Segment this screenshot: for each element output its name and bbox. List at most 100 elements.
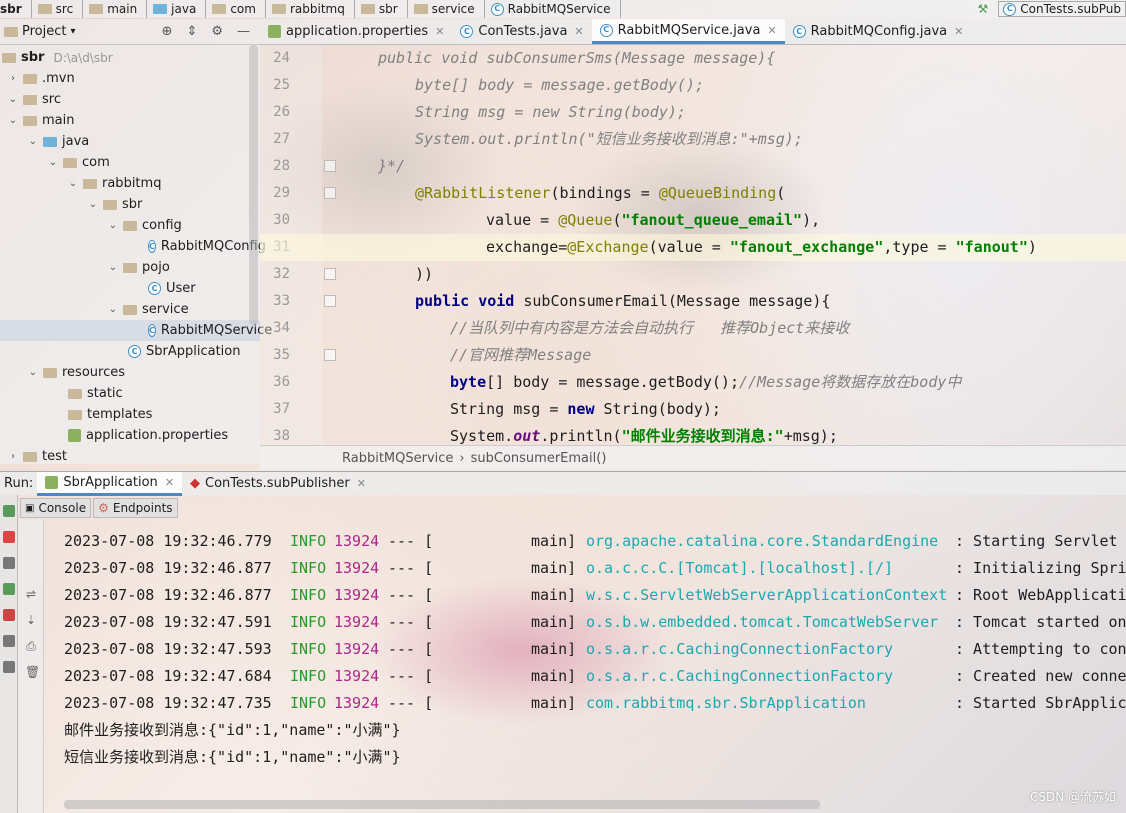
close-icon[interactable]: ✕: [165, 476, 174, 489]
nav-crumb-rabbitmq[interactable]: rabbitmq: [266, 0, 355, 18]
stop-icon[interactable]: [3, 531, 15, 543]
code-text: String msg =: [450, 400, 568, 418]
console-output[interactable]: 2023-07-08 19:32:46.779 INFO 13924 --- [mai…: [64, 528, 1126, 808]
nav-crumb-sbr-pkg[interactable]: sbr: [355, 0, 408, 18]
tree-item-rabbitmq[interactable]: ⌄ rabbitmq: [0, 173, 260, 194]
tree-item-src[interactable]: ⌄ src: [0, 89, 260, 110]
close-icon[interactable]: ✕: [767, 24, 776, 37]
fold-marker-icon[interactable]: [324, 349, 336, 361]
soft-wrap-icon[interactable]: ⇌: [25, 588, 37, 600]
scroll-to-end-icon[interactable]: ⇣: [25, 614, 37, 626]
close-icon[interactable]: ✕: [435, 25, 444, 38]
console-output-line: 短信业务接收到消息:{"id":1,"name":"小满"}: [64, 748, 401, 766]
breadcrumb-method[interactable]: subConsumerEmail(): [471, 451, 607, 466]
tab-rabbitmqconfig[interactable]: C RabbitMQConfig.java ✕: [785, 19, 972, 44]
line-number: 29: [273, 185, 290, 201]
camera-icon[interactable]: [3, 557, 15, 569]
tree-item-com[interactable]: ⌄ com: [0, 152, 260, 173]
nav-crumb-class[interactable]: C RabbitMQService: [485, 0, 621, 18]
project-panel: Project ▾ ⊕ ⇕ ⚙ — sbr D:\a\d\sbr › .mvn ⌄ s…: [0, 19, 272, 467]
tree-item-pojo[interactable]: ⌄ pojo: [0, 257, 260, 278]
tree-item-mvn[interactable]: › .mvn: [0, 68, 260, 89]
tree-item-main[interactable]: ⌄ main: [0, 110, 260, 131]
tab-console[interactable]: ▣ Console: [20, 498, 92, 518]
spring-class-icon: C: [128, 345, 141, 358]
log-pid: 13924: [334, 559, 380, 577]
tree-item-user[interactable]: C User: [0, 278, 260, 299]
nav-crumb-service[interactable]: service: [408, 0, 485, 18]
close-icon[interactable]: ✕: [954, 25, 963, 38]
tree-item-resources[interactable]: ⌄ resources: [0, 362, 260, 383]
rerun-icon[interactable]: [3, 505, 15, 517]
gear-icon[interactable]: ⚙: [211, 24, 223, 39]
tree-item-rabbitmqservice[interactable]: C RabbitMQService: [0, 320, 272, 341]
tree-item-application-properties[interactable]: application.properties: [0, 425, 260, 446]
trash-icon[interactable]: 🗑: [25, 666, 40, 678]
chevron-down-icon[interactable]: ⌄: [108, 262, 118, 273]
console-horizontal-scrollbar[interactable]: [64, 800, 820, 809]
layout-icon[interactable]: [3, 635, 15, 647]
chevron-down-icon[interactable]: ⌄: [108, 304, 118, 315]
fold-marker-icon[interactable]: [324, 268, 336, 280]
nav-crumb-java[interactable]: java: [147, 0, 207, 18]
nav-crumb-com[interactable]: com: [206, 0, 266, 18]
build-hammer-icon[interactable]: ⚒: [977, 2, 988, 16]
project-title[interactable]: Project: [22, 24, 66, 39]
chevron-down-icon[interactable]: ⌄: [8, 115, 18, 126]
code-editor[interactable]: 24 25 26 27 28 29 30 31 32 33 34 35 36 3…: [260, 45, 1126, 445]
collapse-all-icon[interactable]: ⇕: [186, 24, 197, 39]
hide-minus-icon[interactable]: —: [237, 24, 250, 39]
tab-contests[interactable]: C ConTests.java ✕: [452, 19, 591, 44]
project-scrollbar[interactable]: [249, 45, 258, 325]
chevron-down-icon[interactable]: ⌄: [88, 199, 98, 210]
chevron-down-icon[interactable]: ⌄: [28, 136, 38, 147]
tree-root[interactable]: sbr D:\a\d\sbr: [0, 47, 260, 68]
tree-item-test[interactable]: › test: [0, 446, 260, 467]
close-icon[interactable]: ✕: [357, 477, 366, 490]
log-thread: main]: [531, 613, 577, 631]
chevron-down-icon[interactable]: ⌄: [28, 367, 38, 378]
nav-crumb-src[interactable]: src: [32, 0, 84, 18]
dropdown-chevron-icon[interactable]: ▾: [70, 26, 75, 37]
fold-marker-icon[interactable]: [324, 295, 336, 307]
breadcrumb-class[interactable]: RabbitMQService: [342, 451, 453, 466]
line-number: 32: [273, 266, 290, 282]
tree-item-java[interactable]: ⌄ java: [0, 131, 260, 152]
log-thread: main]: [531, 586, 577, 604]
code-line-24: public void subConsumerSms(Message messa…: [378, 45, 775, 72]
chevron-down-icon[interactable]: ⌄: [8, 94, 18, 105]
chevron-right-icon[interactable]: ›: [8, 73, 18, 84]
tree-item-sbrapplication[interactable]: C SbrApplication: [0, 341, 260, 362]
locate-target-icon[interactable]: ⊕: [162, 24, 173, 39]
log-separator: --- [: [388, 586, 434, 604]
log-message: : Created new conne: [955, 667, 1126, 685]
tree-item-config[interactable]: ⌄ config: [0, 215, 260, 236]
run-tab-sbrapplication[interactable]: SbrApplication ✕: [37, 471, 183, 496]
log-thread: main]: [531, 532, 577, 550]
chevron-down-icon[interactable]: ⌄: [68, 178, 78, 189]
tree-item-templates[interactable]: templates: [0, 404, 260, 425]
chevron-down-icon[interactable]: ⌄: [48, 157, 58, 168]
fold-marker-icon[interactable]: [324, 160, 336, 172]
tree-item-sbr[interactable]: ⌄ sbr: [0, 194, 260, 215]
chevron-down-icon[interactable]: ⌄: [108, 220, 118, 231]
exit-icon[interactable]: [3, 609, 15, 621]
tree-item-service[interactable]: ⌄ service: [0, 299, 260, 320]
tree-item-static[interactable]: static: [0, 383, 260, 404]
pin-icon[interactable]: [3, 661, 15, 673]
package-icon: [123, 304, 137, 315]
nav-crumb-main[interactable]: main: [83, 0, 148, 18]
tree-item-rabbitmqconfig[interactable]: C RabbitMQConfig: [0, 236, 266, 257]
print-icon[interactable]: ⎙: [25, 640, 37, 652]
run-tab-contests[interactable]: ◆ ConTests.subPublisher ✕: [182, 472, 374, 496]
tab-application-properties[interactable]: application.properties ✕: [260, 19, 452, 44]
tab-rabbitmqservice[interactable]: C RabbitMQService.java ✕: [591, 19, 785, 44]
tab-endpoints[interactable]: ⚙ Endpoints: [93, 498, 178, 518]
nav-crumb-sbr[interactable]: sbr: [0, 0, 32, 18]
fold-marker-icon[interactable]: [324, 187, 336, 199]
close-icon[interactable]: ✕: [574, 25, 583, 38]
run-config-select[interactable]: C ConTests.subPub: [998, 1, 1126, 17]
chevron-right-icon[interactable]: ›: [8, 451, 18, 462]
debug-icon[interactable]: [3, 583, 15, 595]
code-line-27: System.out.println("短信业务接收到消息:"+msg);: [415, 126, 803, 153]
